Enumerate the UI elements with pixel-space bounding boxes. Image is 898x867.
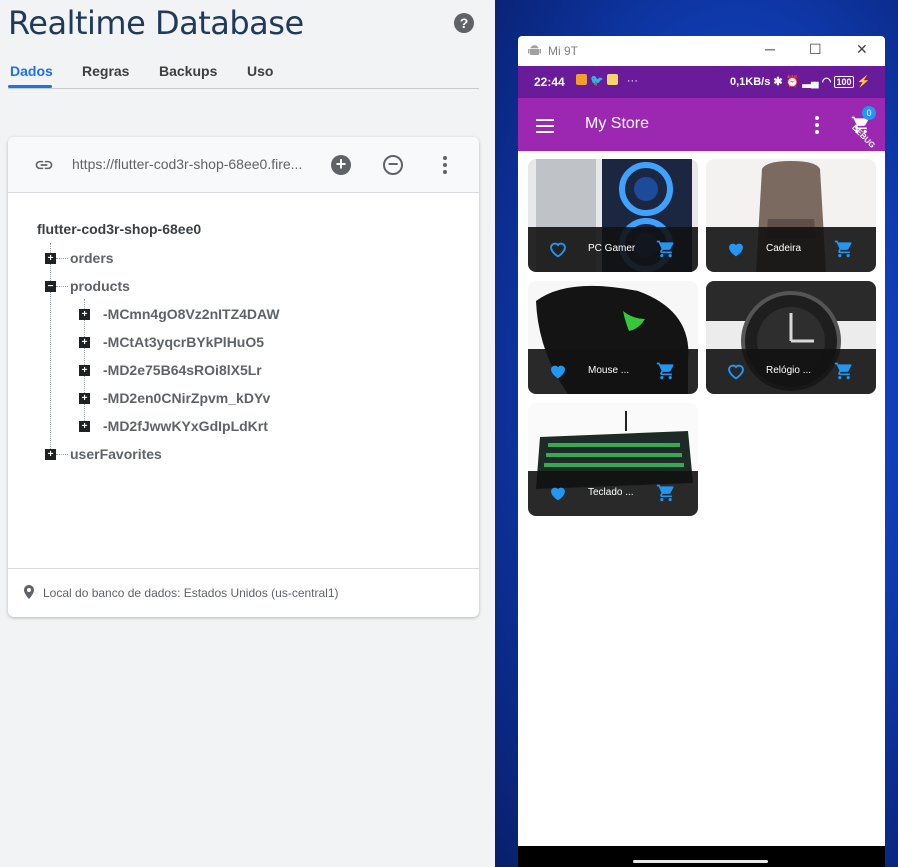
- firebase-console: Realtime Database ? Dados Regras Backups…: [0, 0, 495, 867]
- emulator-titlebar[interactable]: Mi 9T ─ ☐ ✕: [518, 36, 885, 66]
- add-to-cart-icon[interactable]: [656, 483, 676, 503]
- product-footer: Teclado ...: [528, 471, 698, 516]
- expand-icon[interactable]: +: [79, 421, 90, 432]
- product-title: Relógio ...: [766, 365, 812, 376]
- location-pin-icon: [24, 585, 34, 599]
- favorite-filled-icon[interactable]: [726, 240, 746, 258]
- favorite-filled-icon[interactable]: [548, 362, 568, 380]
- tree-node-product[interactable]: -MCmn4gO8Vz2nITZ4DAW: [103, 306, 280, 322]
- favorite-outline-icon[interactable]: [548, 240, 568, 258]
- product-tile[interactable]: Mouse ...: [528, 281, 698, 394]
- wifi-icon: ◠: [821, 76, 832, 88]
- tree-node-product[interactable]: -MCtAt3yqcrBYkPlHuO5: [103, 334, 264, 350]
- tree-line: [50, 243, 51, 457]
- tree-node-product[interactable]: -MD2fJwwKYxGdIpLdKrt: [103, 418, 268, 434]
- tree-line: [56, 258, 68, 259]
- database-card: https://flutter-cod3r-shop-68ee0.fire...…: [8, 137, 479, 617]
- collapse-icon[interactable]: −: [45, 281, 56, 292]
- help-icon[interactable]: ?: [454, 13, 474, 33]
- android-status-bar: 22:44 🐦 ··· 0,1KB/s ✱ ⏰ ▂▄ ◠ 100 ⚡: [518, 66, 885, 98]
- alarm-icon: ⏰: [785, 76, 800, 88]
- add-to-cart-icon[interactable]: [656, 239, 676, 259]
- active-tab-indicator: [8, 85, 52, 88]
- product-tile[interactable]: Teclado ...: [528, 403, 698, 516]
- product-tile[interactable]: Cadeira: [706, 159, 876, 272]
- emulator-window: Mi 9T ─ ☐ ✕ 22:44 🐦 ··· 0,1KB/s ✱ ⏰ ▂▄ ◠…: [518, 36, 885, 867]
- more-notifications-icon: ···: [626, 75, 638, 87]
- home-indicator[interactable]: [633, 860, 768, 863]
- tree-line: [56, 454, 68, 455]
- tree-node-products[interactable]: products: [70, 278, 130, 294]
- expand-icon[interactable]: +: [45, 253, 56, 264]
- expand-icon[interactable]: +: [79, 393, 90, 404]
- product-footer: PC Gamer: [528, 227, 698, 272]
- signal-icon: ▂▄: [802, 76, 819, 88]
- product-title: Cadeira: [766, 243, 802, 254]
- tree-line: [56, 286, 68, 287]
- collapse-button[interactable]: −: [383, 155, 403, 175]
- link-icon: [35, 160, 53, 170]
- product-title: Mouse ...: [588, 365, 630, 376]
- twitter-icon: 🐦: [590, 75, 604, 87]
- page-title: Realtime Database: [8, 4, 304, 42]
- product-footer: Relógio ...: [706, 349, 876, 394]
- database-location: Local do banco de dados: Estados Unidos …: [43, 586, 339, 600]
- product-tile[interactable]: Relógio ...: [706, 281, 876, 394]
- expand-icon[interactable]: +: [79, 365, 90, 376]
- expand-icon[interactable]: +: [45, 449, 56, 460]
- charging-icon: ⚡: [856, 76, 871, 88]
- favorite-outline-icon[interactable]: [726, 362, 746, 380]
- android-nav-bar: [518, 846, 885, 867]
- battery-level: 100: [834, 76, 854, 88]
- notification-icons: 🐦 ···: [576, 74, 638, 87]
- database-url[interactable]: https://flutter-cod3r-shop-68ee0.fire...: [72, 156, 312, 172]
- add-to-cart-icon[interactable]: [834, 239, 854, 259]
- status-right: 0,1KB/s ✱ ⏰ ▂▄ ◠ 100 ⚡: [730, 75, 870, 88]
- more-options-icon[interactable]: [815, 116, 819, 134]
- tree-root[interactable]: flutter-cod3r-shop-68ee0: [37, 221, 201, 237]
- database-footer: Local do banco de dados: Estados Unidos …: [8, 568, 479, 617]
- notification-app-icon: [576, 74, 587, 85]
- products-grid: PC Gamer Cadeira Mouse ... Relógio ... T…: [518, 151, 885, 846]
- tab-regras[interactable]: Regras: [82, 63, 129, 79]
- android-icon: [528, 45, 541, 55]
- add-to-cart-icon[interactable]: [656, 361, 676, 381]
- cart-count-badge: 0: [862, 106, 876, 120]
- product-tile[interactable]: PC Gamer: [528, 159, 698, 272]
- tab-backups[interactable]: Backups: [159, 63, 217, 79]
- more-options-icon[interactable]: [442, 156, 448, 174]
- emulator-device-name: Mi 9T: [548, 44, 578, 58]
- expand-icon[interactable]: +: [79, 309, 90, 320]
- app-bar: My Store 0 DEBUG: [518, 98, 885, 151]
- product-title: Teclado ...: [588, 487, 634, 498]
- favorite-filled-icon[interactable]: [548, 484, 568, 502]
- app-title: My Store: [585, 115, 650, 132]
- product-footer: Cadeira: [706, 227, 876, 272]
- tree-node-product[interactable]: -MD2en0CNirZpvm_kDYv: [103, 390, 270, 406]
- network-speed: 0,1KB/s: [730, 76, 771, 88]
- minimize-button[interactable]: ─: [765, 41, 775, 57]
- add-node-button[interactable]: +: [331, 155, 351, 175]
- add-to-cart-icon[interactable]: [834, 361, 854, 381]
- tab-uso[interactable]: Uso: [247, 63, 273, 79]
- tree-node-orders[interactable]: orders: [70, 250, 114, 266]
- product-footer: Mouse ...: [528, 349, 698, 394]
- expand-icon[interactable]: +: [79, 337, 90, 348]
- bluetooth-icon: ✱: [773, 76, 783, 88]
- maximize-button[interactable]: ☐: [809, 41, 822, 58]
- menu-icon[interactable]: [536, 119, 554, 133]
- close-button[interactable]: ✕: [856, 41, 868, 58]
- database-toolbar: https://flutter-cod3r-shop-68ee0.fire...…: [8, 137, 479, 193]
- camera-app-icon: [606, 74, 618, 85]
- product-title: PC Gamer: [588, 243, 636, 254]
- status-time: 22:44: [534, 75, 565, 89]
- tab-dados[interactable]: Dados: [10, 63, 53, 79]
- tree-node-userfavorites[interactable]: userFavorites: [70, 446, 162, 462]
- tree-node-product[interactable]: -MD2e75B64sROi8lX5Lr: [103, 362, 262, 378]
- tab-bar: Dados Regras Backups Uso: [8, 60, 479, 89]
